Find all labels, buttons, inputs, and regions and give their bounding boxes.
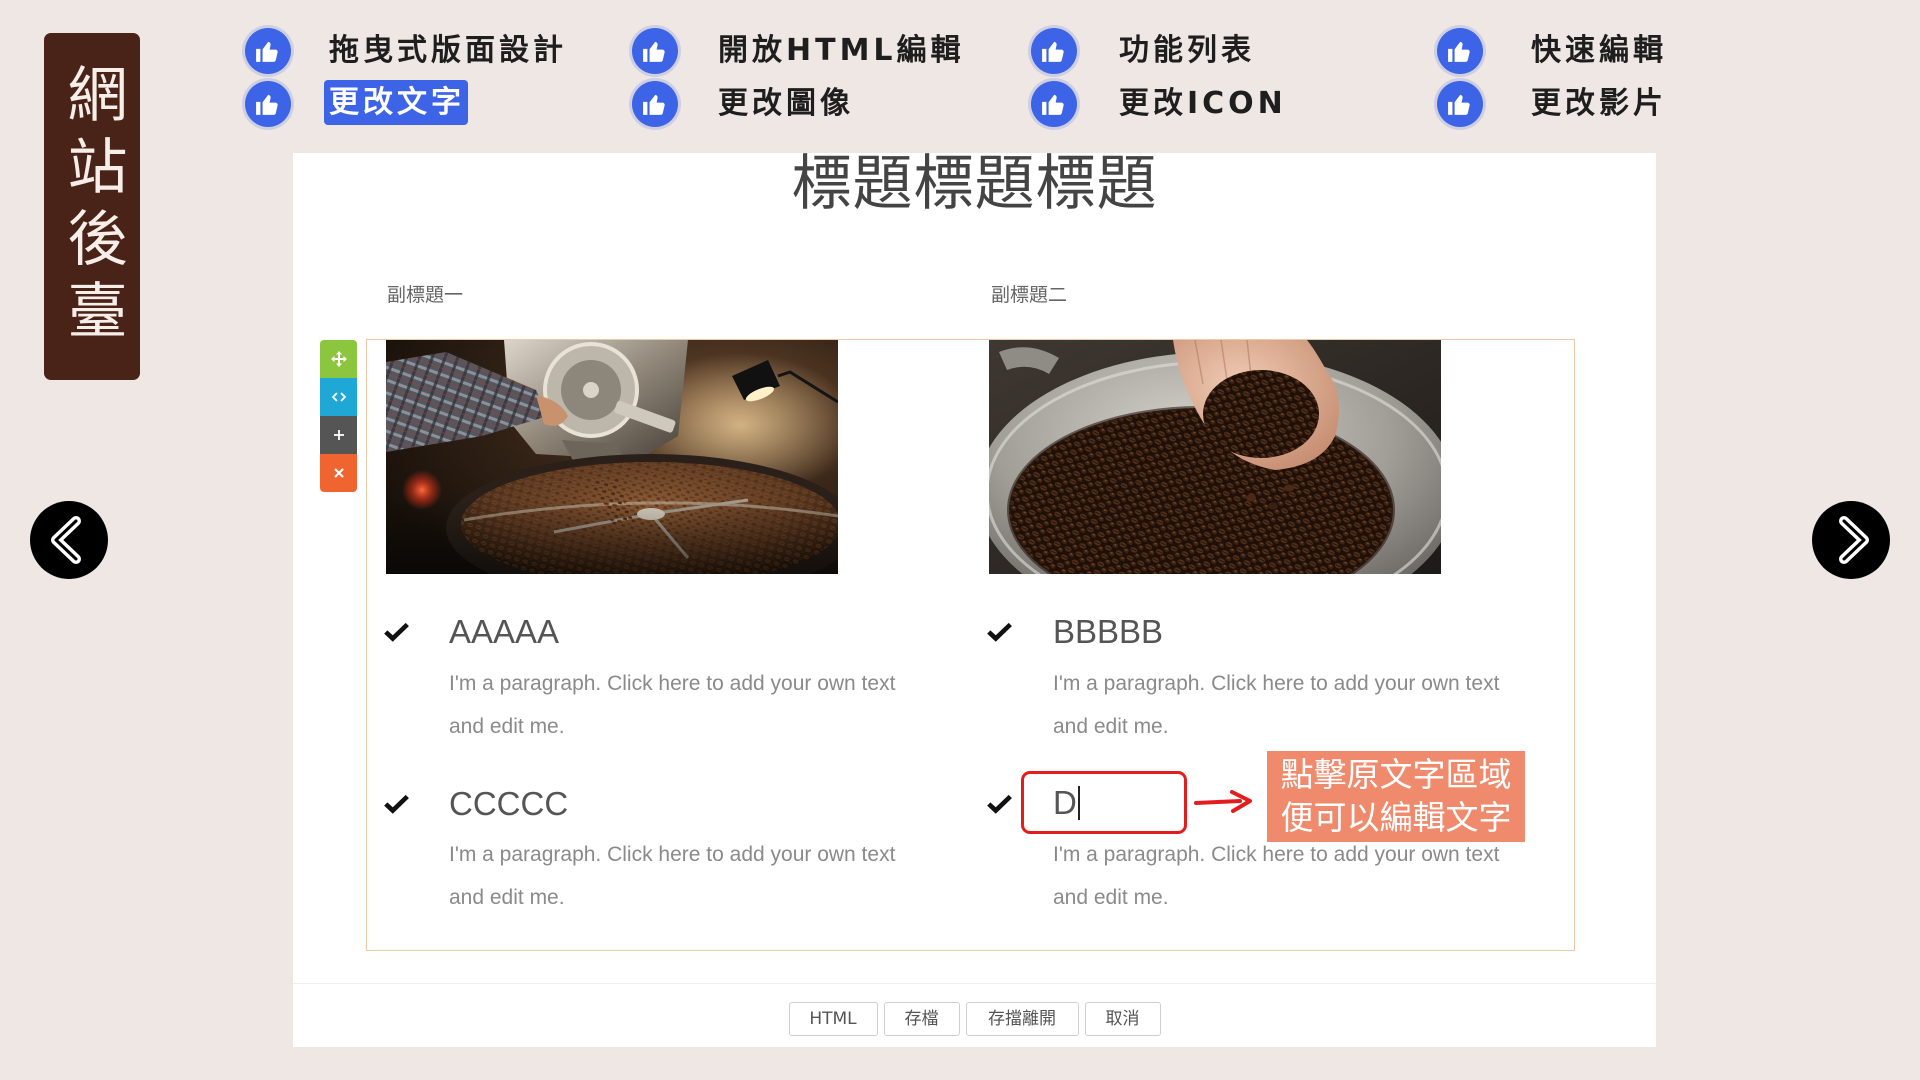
annotation-line: 點擊原文字區域 (1280, 755, 1512, 794)
paragraph-line: and edit me. (1053, 886, 1169, 909)
item-heading[interactable]: AAAAA (449, 612, 559, 652)
feature-label: 更改影片 (1531, 86, 1667, 121)
feature-label: 快速編輯 (1531, 33, 1667, 68)
previous-slide-button[interactable] (30, 501, 108, 579)
thumbs-up-icon (632, 81, 678, 127)
checkmark-icon (987, 794, 1012, 814)
thumbs-up-icon (1437, 81, 1483, 127)
paragraph-line: and edit me. (1053, 715, 1169, 738)
row-toolbar (320, 340, 357, 492)
add-row-button[interactable] (320, 416, 357, 454)
save-button[interactable]: 存檔 (883, 1002, 960, 1036)
paragraph-line: I'm a paragraph. Click here to add your … (449, 843, 896, 866)
checkmark-icon (987, 622, 1012, 642)
column-subtitle-2[interactable]: 副標題二 (991, 284, 1067, 306)
text-caret (1077, 785, 1080, 820)
next-slide-button[interactable] (1812, 501, 1890, 579)
side-title: 網站後臺 (57, 63, 127, 351)
thumbs-up-icon (1031, 28, 1077, 74)
move-icon (330, 351, 347, 367)
chevron-left-icon (51, 516, 81, 564)
thumbs-up-icon (1031, 81, 1077, 127)
plus-icon (333, 430, 344, 440)
html-button[interactable]: HTML (788, 1002, 878, 1036)
editing-heading-field[interactable]: D (1021, 771, 1187, 834)
column-subtitle-1[interactable]: 副標題一 (387, 284, 463, 306)
side-title-box: 網站後臺 (44, 33, 140, 380)
chevron-right-icon (1839, 516, 1869, 564)
annotation-line: 便可以編輯文字 (1280, 798, 1512, 837)
coffee-beans-bowl-photo[interactable] (989, 340, 1441, 574)
editor-footer: HTML 存檔 存擋離開 取消 (293, 1002, 1656, 1036)
edit-html-button[interactable] (320, 378, 357, 416)
paragraph-line: I'm a paragraph. Click here to add your … (449, 672, 896, 695)
paragraph-line: and edit me. (449, 715, 565, 738)
paragraph-line: I'm a paragraph. Click here to add your … (1053, 672, 1500, 695)
move-row-button[interactable] (320, 340, 357, 378)
cancel-button[interactable]: 取消 (1084, 1002, 1161, 1036)
item-paragraph[interactable]: I'm a paragraph. Click here to add your … (1053, 833, 1499, 919)
item-paragraph[interactable]: I'm a paragraph. Click here to add your … (1053, 662, 1499, 748)
coffee-roaster-photo[interactable] (386, 340, 838, 574)
delete-row-button[interactable] (320, 454, 357, 492)
item-heading[interactable]: BBBBB (1053, 612, 1163, 652)
editing-heading-text[interactable]: D (1053, 783, 1077, 823)
feature-label: 拖曳式版面設計 (329, 33, 567, 68)
item-heading[interactable]: CCCCC (449, 784, 568, 824)
close-icon (333, 468, 344, 478)
checkmark-icon (384, 794, 409, 814)
slide: { "side_label": "網站後臺", "features": { "i… (0, 0, 1920, 1080)
feature-label: 更改ICON (1119, 86, 1287, 121)
thumbs-up-icon (245, 81, 291, 127)
feature-label: 開放HTML編輯 (718, 33, 965, 68)
thumbs-up-icon (245, 28, 291, 74)
save-and-exit-button[interactable]: 存擋離開 (965, 1002, 1079, 1036)
feature-label: 更改圖像 (718, 86, 854, 121)
item-paragraph[interactable]: I'm a paragraph. Click here to add your … (449, 833, 895, 919)
annotation-callout: 點擊原文字區域 便可以編輯文字 (1267, 751, 1525, 842)
thumbs-up-icon (632, 28, 678, 74)
editor-panel: 標題標題標題 副標題一 副標題二 AAAAA I'm a paragraph. … (293, 151, 1656, 1047)
footer-divider (293, 983, 1656, 984)
checkmark-icon (384, 622, 409, 642)
code-icon (331, 392, 346, 402)
feature-label-highlighted: 更改文字 (324, 80, 468, 125)
thumbs-up-icon (1437, 28, 1483, 74)
page-title[interactable]: 標題標題標題 (293, 151, 1656, 217)
paragraph-line: and edit me. (449, 886, 565, 909)
arrow-right-icon (1194, 790, 1252, 813)
item-paragraph[interactable]: I'm a paragraph. Click here to add your … (449, 662, 895, 748)
feature-label: 功能列表 (1119, 33, 1255, 68)
